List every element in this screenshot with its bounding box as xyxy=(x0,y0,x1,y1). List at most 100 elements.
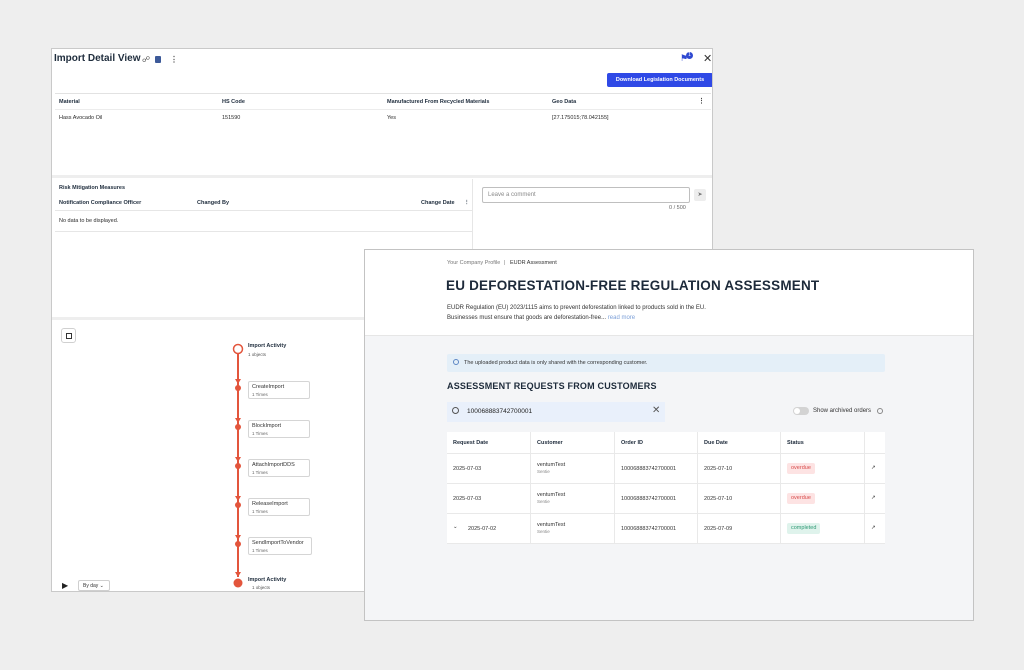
step-node-icon xyxy=(235,463,241,469)
status-badge: completed xyxy=(787,523,821,534)
read-more-link[interactable]: read more xyxy=(608,315,635,321)
table-header-row: Material HS Code Manufactured From Recyc… xyxy=(55,94,711,110)
column-header[interactable]: Request Date xyxy=(447,432,531,453)
end-node-icon xyxy=(233,578,243,588)
materials-table: Material HS Code Manufactured From Recyc… xyxy=(55,93,711,126)
section-divider xyxy=(52,175,712,178)
arrow-icon xyxy=(235,457,241,462)
page-header: Your Company Profile | EUDR Assessment E… xyxy=(365,250,973,336)
open-external-icon[interactable]: ↗ xyxy=(871,495,876,501)
status-cell: completed xyxy=(781,514,865,543)
table-row[interactable]: 2025-07-03 ventumTest Sentie 10006888374… xyxy=(447,454,885,484)
window-header: Import Detail View ☍ ⋮ ⚑ 1 ✕ xyxy=(52,49,712,71)
column-header xyxy=(865,432,885,453)
start-node-icon xyxy=(232,343,244,355)
bookmark-icon[interactable] xyxy=(155,56,161,63)
open-external-icon[interactable]: ↗ xyxy=(871,525,876,531)
flow-start-count: 1 objects xyxy=(248,352,267,357)
granularity-select[interactable]: By day ⌄ xyxy=(78,580,110,591)
chevron-down-icon[interactable]: ⌄ xyxy=(453,524,458,530)
request-date: 2025-07-02 xyxy=(468,526,497,532)
table-row[interactable]: 2025-07-03 ventumTest Sentie 10006888374… xyxy=(447,484,885,514)
column-header-label: Customer xyxy=(537,440,563,446)
column-header[interactable]: Customer xyxy=(531,432,615,453)
column-header[interactable]: Status xyxy=(781,432,865,453)
status-cell: overdue xyxy=(781,454,865,483)
share-icon[interactable]: ☍ xyxy=(142,55,150,64)
flow-step-label: AttachImportDDS xyxy=(252,462,295,468)
order-id-cell: 100068883742700001 xyxy=(615,454,698,483)
customer-name: ventumTest xyxy=(537,492,566,498)
request-date: 2025-07-03 xyxy=(453,496,482,502)
comment-input[interactable]: Leave a comment xyxy=(482,187,690,203)
table-row[interactable]: ⌄ 2025-07-02 ventumTest Sentie 100068883… xyxy=(447,514,885,544)
request-date-cell: ⌄ 2025-07-02 xyxy=(447,514,531,543)
column-options-icon[interactable]: ⋮ xyxy=(464,200,470,206)
column-options-icon[interactable]: ⋮ xyxy=(698,97,705,105)
customer-role: Sentie xyxy=(537,529,550,534)
table-row[interactable]: Hass Avocado Oil 151590 Yes [27.175015;7… xyxy=(55,110,711,126)
flow-start-title: Import Activity xyxy=(248,343,287,349)
column-header[interactable]: Due Date xyxy=(698,432,781,453)
due-date-cell: 2025-07-10 xyxy=(698,454,781,483)
column-header[interactable]: Geo Data xyxy=(552,99,576,105)
action-cell: ↗ xyxy=(865,484,885,513)
send-icon[interactable]: ➤ xyxy=(694,189,706,201)
more-options-icon[interactable]: ⋮ xyxy=(170,55,178,64)
order-id: 100068883742700001 xyxy=(621,526,677,532)
page-title: EU DEFORESTATION-FREE REGULATION ASSESSM… xyxy=(446,278,820,293)
breadcrumb-link[interactable]: Your Company Profile xyxy=(447,260,500,266)
character-counter: 0 / 500 xyxy=(669,205,686,211)
step-node-icon xyxy=(235,424,241,430)
column-header[interactable]: Material xyxy=(59,99,80,105)
show-archived-label: Show archived orders xyxy=(813,408,872,414)
flow-step-label: ReleaseImport xyxy=(252,501,288,507)
close-icon[interactable]: ✕ xyxy=(703,52,712,65)
request-date: 2025-07-03 xyxy=(453,466,482,472)
flow-end-count: 1 objects xyxy=(252,585,271,590)
column-header-label: Order ID xyxy=(621,440,644,446)
section-title: Risk Mitigation Measures xyxy=(59,185,126,191)
due-date-cell: 2025-07-10 xyxy=(698,484,781,513)
download-legislation-button[interactable]: Download Legislation Documents xyxy=(607,73,712,87)
breadcrumb-current: EUDR Assessment xyxy=(510,260,557,266)
show-archived-toggle[interactable] xyxy=(793,407,809,415)
geo-data-cell: [27.175015;78.042155] xyxy=(552,115,609,121)
hs-code-cell: 151590 xyxy=(222,115,241,121)
flow-step-count: 1 Times xyxy=(252,509,268,514)
order-id: 100068883742700001 xyxy=(621,496,677,502)
open-external-icon[interactable]: ↗ xyxy=(871,465,876,471)
play-icon[interactable]: ▶ xyxy=(62,581,74,591)
column-header-label: Due Date xyxy=(704,440,728,446)
toggle-knob xyxy=(794,408,800,414)
customer-role: Sentie xyxy=(537,499,550,504)
customer-cell: ventumTest Sentie xyxy=(531,514,615,543)
empty-state-text: No data to be displayed. xyxy=(59,218,119,224)
section-title: ASSESSMENT REQUESTS FROM CUSTOMERS xyxy=(447,381,657,391)
column-header[interactable]: HS Code xyxy=(222,99,245,105)
info-text: The uploaded product data is only shared… xyxy=(464,360,648,366)
search-input[interactable]: 100068883742700001 ✕ xyxy=(447,402,665,422)
action-cell: ↗ xyxy=(865,514,885,543)
column-header[interactable]: Manufactured From Recycled Materials xyxy=(387,99,489,105)
flow-step[interactable]: SendImportToVendor 1 Times xyxy=(248,537,312,555)
arrow-icon xyxy=(235,418,241,423)
column-header-label: Status xyxy=(787,440,804,446)
column-header[interactable]: Changed By xyxy=(197,200,229,206)
arrow-icon xyxy=(235,379,241,384)
help-icon[interactable] xyxy=(877,408,883,414)
step-node-icon xyxy=(235,385,241,391)
clear-icon[interactable]: ✕ xyxy=(652,405,660,416)
description-text: Businesses must ensure that goods are de… xyxy=(447,315,607,321)
order-id: 100068883742700001 xyxy=(621,466,677,472)
flow-step[interactable]: ReleaseImport 1 Times xyxy=(248,498,310,516)
breadcrumb-separator: | xyxy=(504,260,506,266)
table-header-row: Request Date Customer Order ID Due Date … xyxy=(447,432,885,454)
column-header[interactable]: Change Date xyxy=(421,200,455,206)
column-header[interactable]: Order ID xyxy=(615,432,698,453)
flow-step[interactable]: BlockImport 1 Times xyxy=(248,420,310,438)
column-header[interactable]: Notification Compliance Officer xyxy=(59,200,141,206)
flow-step[interactable]: AttachImportDDS 1 Times xyxy=(248,459,310,477)
description-line-2: Businesses must ensure that goods are de… xyxy=(447,313,706,323)
flow-step[interactable]: CreateImport 1 Times xyxy=(248,381,310,399)
